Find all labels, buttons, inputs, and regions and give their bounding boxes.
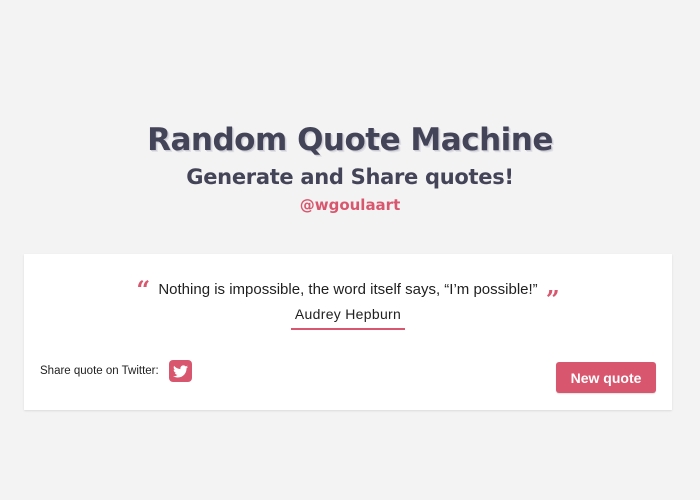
share-label: Share quote on Twitter:: [40, 365, 159, 377]
twitter-icon: [172, 364, 188, 377]
new-quote-button[interactable]: New quote: [556, 362, 656, 393]
quote-row: “ Nothing is impossible, the word itself…: [24, 275, 672, 312]
share-section: Share quote on Twitter:: [40, 360, 192, 382]
page-title: Random Quote Machine: [147, 122, 553, 158]
quote-author: Audrey Hepburn: [290, 306, 406, 330]
quote-wrap: “ Nothing is impossible, the word itself…: [136, 275, 559, 312]
quote-card: “ Nothing is impossible, the word itself…: [24, 254, 672, 410]
page-subtitle: Generate and Share quotes!: [186, 165, 514, 189]
quote-text: Nothing is impossible, the word itself s…: [158, 281, 538, 298]
author-handle-link[interactable]: @wgoulaart: [300, 196, 401, 214]
page: Random Quote Machine Generate and Share …: [0, 0, 700, 500]
author-row: Audrey Hepburn: [24, 306, 672, 330]
open-quote-icon: “: [136, 275, 151, 304]
header: Random Quote Machine Generate and Share …: [0, 118, 700, 214]
tweet-button[interactable]: [168, 360, 192, 382]
